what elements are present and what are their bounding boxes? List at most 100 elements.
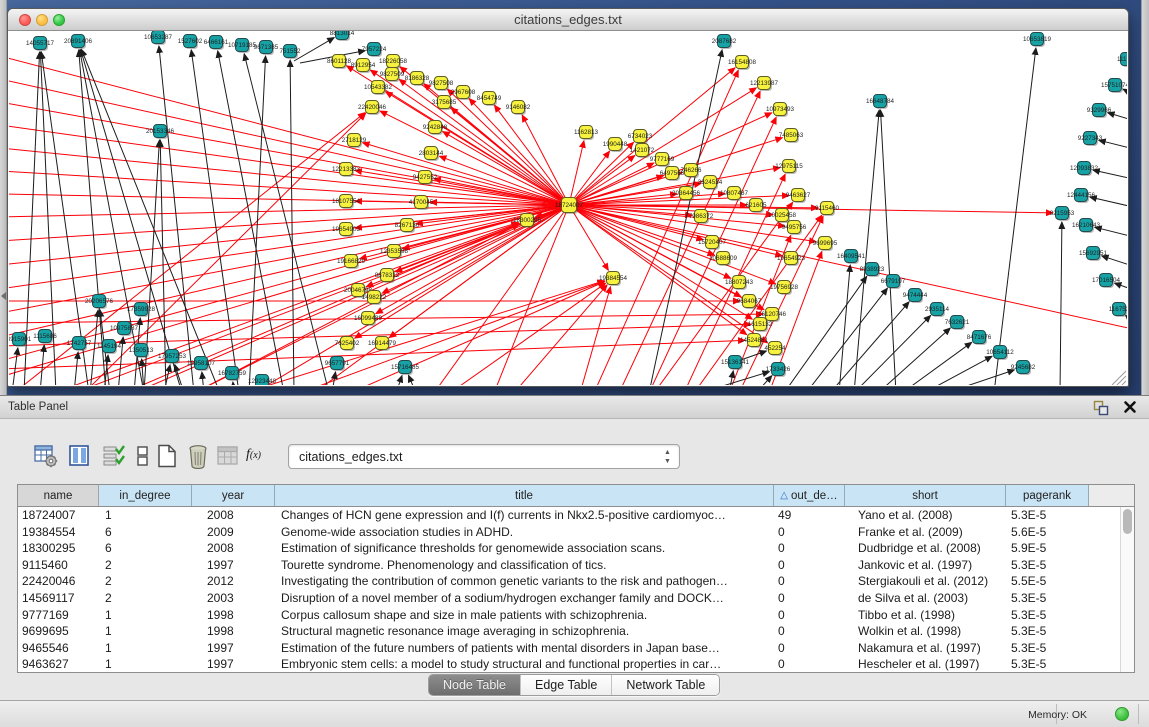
cell-short[interactable]: Franke et al. (2009)	[845, 524, 1006, 541]
cell-year[interactable]: 1998	[192, 607, 275, 624]
cell-pagerank[interactable]: 5.9E-5	[1006, 540, 1089, 557]
table-settings-icon[interactable]	[34, 443, 58, 469]
network-edge[interactable]	[654, 202, 793, 385]
network-edge[interactable]	[9, 125, 569, 205]
network-edge[interactable]	[380, 111, 569, 205]
float-panel-icon[interactable]	[1093, 400, 1109, 416]
table-row[interactable]: 969969511998Structural magnetic resonanc…	[18, 623, 1120, 640]
cell-name[interactable]: 22420046	[18, 573, 99, 590]
table-row[interactable]: 1830029562008Estimation of significance …	[18, 540, 1120, 557]
table-row[interactable]: 977716911998Corpus callosum shape and si…	[18, 607, 1120, 624]
network-edge[interactable]	[1060, 222, 1062, 385]
cell-title[interactable]: Estimation of the future numbers of pati…	[275, 640, 774, 657]
cell-title[interactable]: Corpus callosum shape and size in male p…	[275, 607, 774, 624]
network-edge[interactable]	[830, 302, 909, 385]
network-edge[interactable]	[1114, 283, 1127, 293]
cell-out_de[interactable]: 0	[774, 640, 845, 657]
network-edge[interactable]	[756, 376, 772, 385]
cell-pagerank[interactable]: 5.3E-5	[1006, 623, 1089, 640]
delete-icon[interactable]	[186, 443, 210, 469]
network-edge[interactable]	[569, 205, 608, 270]
column-header-name[interactable]: name	[18, 485, 99, 506]
cell-in_degree[interactable]: 6	[99, 540, 192, 557]
column-header-year[interactable]: year	[192, 485, 275, 506]
cell-in_degree[interactable]: 1	[99, 507, 192, 524]
network-edge[interactable]	[1099, 140, 1127, 151]
cell-pagerank[interactable]: 5.3E-5	[1006, 590, 1089, 607]
cell-in_degree[interactable]: 1	[99, 656, 192, 672]
table-row[interactable]: 946362711997Embryonic stem cells: a mode…	[18, 656, 1120, 672]
network-edge[interactable]	[363, 143, 569, 205]
network-edge[interactable]	[494, 105, 569, 205]
table-row[interactable]: 946554611997Estimation of the future num…	[18, 640, 1120, 657]
cell-year[interactable]: 1997	[192, 640, 275, 657]
cell-short[interactable]: Stergiakouli et al. (2012)	[845, 573, 1006, 590]
cell-short[interactable]: Hescheler et al. (1997)	[845, 656, 1006, 672]
network-window-titlebar[interactable]: citations_edges.txt	[8, 9, 1128, 31]
cell-title[interactable]: Disruption of a novel member of a sodium…	[275, 590, 774, 607]
cell-pagerank[interactable]: 5.3E-5	[1006, 557, 1089, 574]
network-edge[interactable]	[514, 285, 607, 385]
table-selector-combobox[interactable]: citations_edges.txt ▲▼	[288, 444, 680, 469]
network-edge[interactable]	[569, 205, 1127, 331]
cell-out_de[interactable]: 49	[774, 507, 845, 524]
cell-year[interactable]: 2008	[192, 507, 275, 524]
cell-pagerank[interactable]: 5.3E-5	[1006, 640, 1089, 657]
tab-network-table[interactable]: Network Table	[612, 675, 719, 695]
cell-out_de[interactable]: 0	[774, 656, 845, 672]
network-edge[interactable]	[202, 372, 204, 385]
cell-short[interactable]: Jankovic et al. (1997)	[845, 557, 1006, 574]
table-row[interactable]: 911546021997Tourette syndrome. Phenomeno…	[18, 557, 1120, 574]
table-row[interactable]: 2242004622012Investigating the contribut…	[18, 573, 1120, 590]
cell-title[interactable]: Embryonic stem cells: a model to study s…	[275, 656, 774, 672]
cell-name[interactable]: 9699695	[18, 623, 99, 640]
table-row[interactable]: 1872400712008Changes of HCN gene express…	[18, 507, 1120, 524]
merge-rows-icon[interactable]	[131, 443, 155, 469]
cell-title[interactable]: Changes of HCN gene expression and I(f) …	[275, 507, 774, 524]
cell-pagerank[interactable]: 5.3E-5	[1006, 607, 1089, 624]
cell-short[interactable]: Nakamura et al. (1997)	[845, 640, 1006, 657]
cell-title[interactable]: Genome-wide association studies in ADHD.	[275, 524, 774, 541]
scrollbar-thumb[interactable]	[1123, 509, 1132, 534]
cell-name[interactable]: 9115460	[18, 557, 99, 574]
cell-in_degree[interactable]: 1	[99, 607, 192, 624]
cell-title[interactable]: Estimation of significance thresholds fo…	[275, 540, 774, 557]
table-row[interactable]: 1456911722003Disruption of a novel membe…	[18, 590, 1120, 607]
cell-out_de[interactable]: 0	[774, 590, 845, 607]
network-edge[interactable]	[244, 281, 604, 385]
cell-name[interactable]: 18300295	[18, 540, 99, 557]
cell-in_degree[interactable]: 2	[99, 573, 192, 590]
cell-name[interactable]: 9777169	[18, 607, 99, 624]
cell-year[interactable]: 1997	[192, 656, 275, 672]
cell-short[interactable]: Yano et al. (2008)	[845, 507, 1006, 524]
network-edge[interactable]	[54, 223, 519, 385]
network-edge[interactable]	[880, 110, 896, 385]
function-builder-icon[interactable]: f(x)	[246, 443, 270, 469]
cell-title[interactable]: Investigating the contribution of common…	[275, 573, 774, 590]
network-edge[interactable]	[1126, 315, 1127, 331]
vertical-scrollbar[interactable]	[1120, 507, 1134, 672]
cell-pagerank[interactable]: 5.3E-5	[1006, 507, 1089, 524]
network-graph[interactable]: 8601128891295418226058982750910543382818…	[9, 31, 1127, 385]
column-header-out_de[interactable]: △out_de…	[774, 485, 845, 506]
network-edge[interactable]	[80, 50, 144, 385]
cell-pagerank[interactable]: 5.5E-5	[1006, 573, 1089, 590]
cell-name[interactable]: 14569117	[18, 590, 99, 607]
network-edge[interactable]	[74, 352, 78, 385]
cell-short[interactable]: de Silva et al. (2003)	[845, 590, 1006, 607]
column-visibility-icon[interactable]	[68, 443, 92, 469]
network-edge[interactable]	[994, 48, 1036, 385]
cell-short[interactable]: Dudbridge et al. (2008)	[845, 540, 1006, 557]
cell-out_de[interactable]: 0	[774, 623, 845, 640]
network-edge[interactable]	[81, 49, 220, 385]
network-edge[interactable]	[396, 376, 402, 385]
cell-short[interactable]: Tibbo et al. (1998)	[845, 607, 1006, 624]
network-window[interactable]: citations_edges.txt 86011288912954182260…	[7, 8, 1129, 387]
column-header-title[interactable]: title	[275, 485, 774, 506]
cell-pagerank[interactable]: 5.3E-5	[1006, 656, 1089, 672]
left-splitter-strip[interactable]	[0, 0, 7, 395]
cell-name[interactable]: 9463627	[18, 656, 99, 672]
network-edge[interactable]	[1090, 197, 1127, 209]
cell-short[interactable]: Wolkin et al. (1998)	[845, 623, 1006, 640]
row-select-icon[interactable]	[102, 443, 126, 469]
